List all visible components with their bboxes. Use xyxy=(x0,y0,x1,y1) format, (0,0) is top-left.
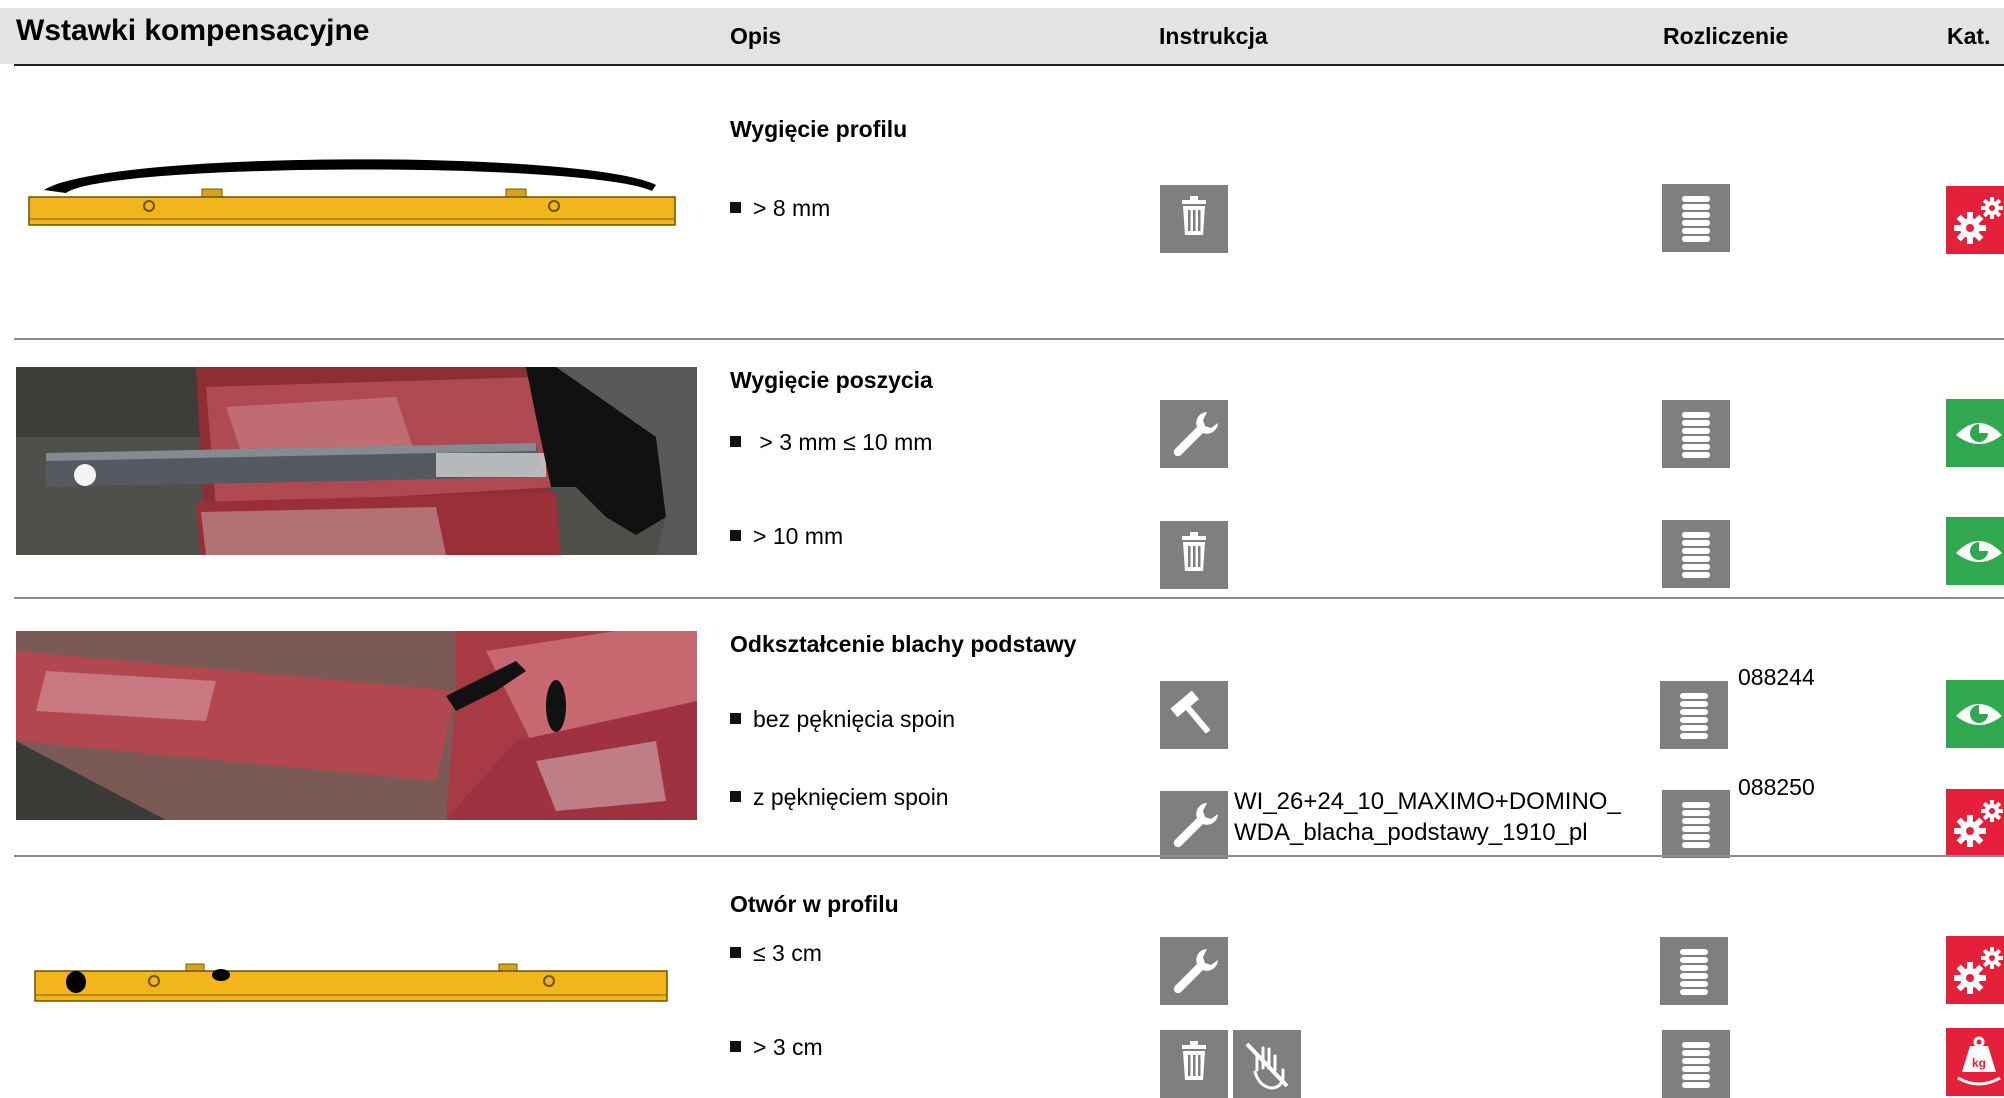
bullet-icon xyxy=(730,202,741,214)
repair-gears-icon[interactable] xyxy=(1946,186,2004,254)
bullet-icon xyxy=(730,436,741,448)
no-hand-icon[interactable] xyxy=(1233,1030,1301,1098)
weight-kg-icon[interactable] xyxy=(1946,1028,2004,1096)
list-item: > 8 mm xyxy=(730,195,830,222)
coin-stack-icon[interactable] xyxy=(1662,790,1730,858)
wrench-icon[interactable] xyxy=(1160,937,1228,1005)
coin-stack-icon[interactable] xyxy=(1662,1030,1730,1098)
list-item: > 10 mm xyxy=(730,523,843,550)
section-title: Otwór w profilu xyxy=(730,891,899,917)
instruction-document-link[interactable]: WI_26+24_10_MAXIMO+DOMINO_ WDA_blacha_po… xyxy=(1234,786,1621,848)
repair-gears-icon[interactable] xyxy=(1946,789,2004,857)
hammer-icon[interactable] xyxy=(1160,681,1228,749)
row-divider xyxy=(14,597,2004,599)
section-title: Wygięcie poszycia xyxy=(730,367,933,393)
inspect-eye-icon[interactable] xyxy=(1946,680,2004,748)
column-header-rozliczenie: Rozliczenie xyxy=(1663,23,1789,49)
row-divider xyxy=(14,338,2004,340)
bullet-icon xyxy=(730,791,741,803)
billing-code: 088244 xyxy=(1738,664,1815,690)
column-header-opis: Opis xyxy=(730,23,782,49)
section-title: Odkształcenie blachy podstawy xyxy=(730,631,1077,657)
bullet-icon xyxy=(730,530,741,542)
repair-gears-icon[interactable] xyxy=(1946,936,2004,1004)
list-item: > 3 mm ≤ 10 mm xyxy=(730,429,932,456)
list-item: bez pęknięcia spoin xyxy=(730,706,955,733)
trash-icon[interactable] xyxy=(1160,185,1228,253)
list-item: z pęknięciem spoin xyxy=(730,784,949,811)
bullet-icon xyxy=(730,713,741,725)
bullet-icon xyxy=(730,1041,741,1053)
row-divider xyxy=(14,855,2004,857)
column-header-kat: Kat. xyxy=(1947,23,1991,49)
inspect-eye-icon[interactable] xyxy=(1946,517,2004,585)
coin-stack-icon[interactable] xyxy=(1662,184,1730,252)
wrench-icon[interactable] xyxy=(1160,791,1228,859)
inspect-eye-icon[interactable] xyxy=(1946,399,2004,467)
billing-code: 088250 xyxy=(1738,774,1815,800)
trash-icon[interactable] xyxy=(1160,1030,1228,1098)
coin-stack-icon[interactable] xyxy=(1662,520,1730,588)
skin-bend-photo xyxy=(16,367,697,555)
profile-hole-drawing xyxy=(32,960,670,1008)
section-title: Wygięcie profilu xyxy=(730,116,908,142)
list-item: > 3 cm xyxy=(730,1034,823,1061)
coin-stack-icon[interactable] xyxy=(1660,681,1728,749)
page-title: Wstawki kompensacyjne xyxy=(16,14,370,47)
list-item: ≤ 3 cm xyxy=(730,940,822,967)
profile-bend-drawing xyxy=(26,145,678,233)
trash-icon[interactable] xyxy=(1160,521,1228,589)
coin-stack-icon[interactable] xyxy=(1662,400,1730,468)
wrench-icon[interactable] xyxy=(1160,400,1228,468)
coin-stack-icon[interactable] xyxy=(1660,937,1728,1005)
header-divider xyxy=(14,64,2004,66)
base-plate-photo xyxy=(16,631,697,820)
column-header-instrukcja: Instrukcja xyxy=(1159,23,1268,49)
bullet-icon xyxy=(730,947,741,959)
